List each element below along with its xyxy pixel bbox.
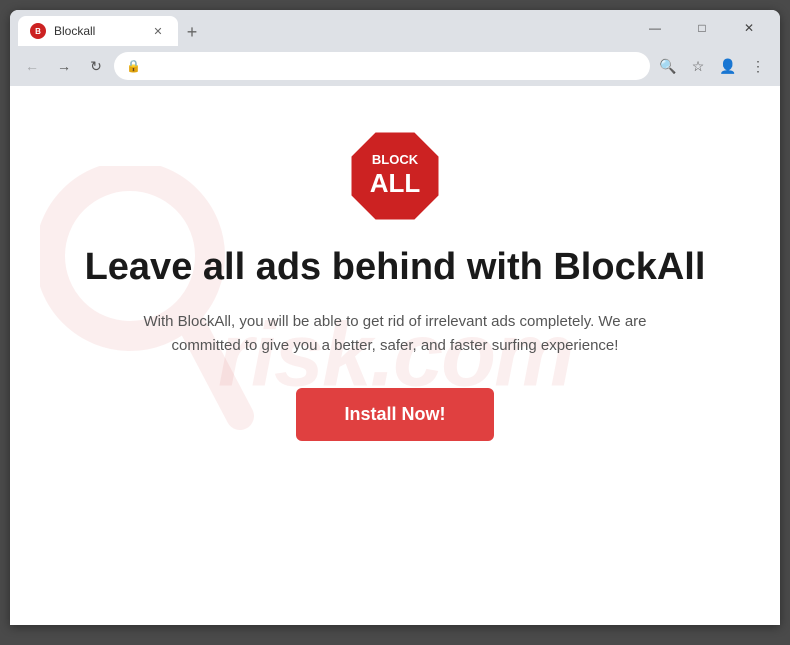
active-tab[interactable]: B Blockall ✕ [18, 16, 178, 46]
bookmark-button[interactable]: ☆ [684, 52, 712, 80]
tab-favicon: B [30, 23, 46, 39]
page-headline: Leave all ads behind with BlockAll [85, 246, 706, 290]
tab-close-button[interactable]: ✕ [150, 23, 166, 39]
content-inner: BLOCK ALL Leave all ads behind with Bloc… [70, 126, 720, 441]
new-tab-button[interactable]: + [178, 18, 206, 46]
browser-window: B Blockall ✕ + — □ ✕ ← → ↻ 🔒 🔍 ☆ 👤 ⋮ [10, 10, 780, 625]
lock-icon: 🔒 [126, 59, 141, 73]
page-content: risk.com BLOCK ALL Leave all ads behind … [10, 86, 780, 625]
forward-button[interactable]: → [50, 52, 78, 80]
install-now-button[interactable]: Install Now! [296, 388, 493, 441]
address-input[interactable] [147, 59, 638, 74]
page-subtext: With BlockAll, you will be able to get r… [135, 310, 655, 358]
tab-title: Blockall [54, 24, 142, 38]
title-bar: B Blockall ✕ + — □ ✕ [10, 10, 780, 46]
menu-button[interactable]: ⋮ [744, 52, 772, 80]
back-button[interactable]: ← [18, 52, 46, 80]
profile-button[interactable]: 👤 [714, 52, 742, 80]
zoom-button[interactable]: 🔍 [654, 52, 682, 80]
reload-button[interactable]: ↻ [82, 52, 110, 80]
svg-text:ALL: ALL [370, 168, 421, 198]
toolbar-actions: 🔍 ☆ 👤 ⋮ [654, 52, 772, 80]
address-bar: ← → ↻ 🔒 🔍 ☆ 👤 ⋮ [10, 46, 780, 86]
stop-sign-logo: BLOCK ALL [345, 126, 445, 226]
title-bar-actions: — □ ✕ [632, 10, 772, 46]
close-button[interactable]: ✕ [726, 10, 772, 46]
maximize-button[interactable]: □ [679, 10, 725, 46]
svg-text:BLOCK: BLOCK [372, 152, 419, 167]
address-input-wrap: 🔒 [114, 52, 650, 80]
tab-bar: B Blockall ✕ + [18, 10, 628, 46]
minimize-button[interactable]: — [632, 10, 678, 46]
